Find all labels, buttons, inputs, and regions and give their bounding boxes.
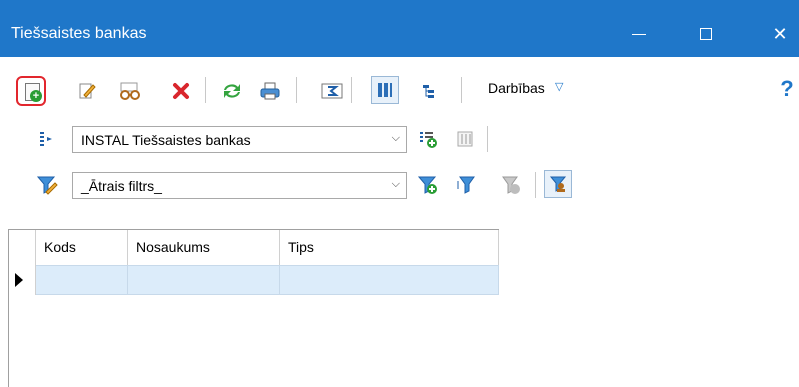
main-toolbar: + Darbības ▽ ? xyxy=(0,72,799,108)
table-row[interactable] xyxy=(10,265,499,295)
toolbar-separator xyxy=(351,77,352,103)
toolbar-separator xyxy=(535,172,536,198)
help-icon[interactable]: ? xyxy=(774,76,799,102)
view-glasses-icon[interactable] xyxy=(117,78,143,104)
column-header-nosaukums[interactable]: Nosaukums xyxy=(128,230,280,265)
chevron-down-icon[interactable]: ⌵ xyxy=(392,178,400,191)
toolbar-separator xyxy=(296,77,297,103)
grid-border xyxy=(8,229,9,387)
edit-icon[interactable] xyxy=(74,78,100,104)
cell-nosaukums[interactable] xyxy=(128,265,280,295)
user-filter-icon[interactable] xyxy=(544,170,572,198)
toolbar-separator xyxy=(205,77,206,103)
chevron-down-icon[interactable]: ⌵ xyxy=(392,132,400,145)
bank-select-value: INSTAL Tiešsaistes bankas xyxy=(81,132,251,148)
filter-edit-icon[interactable] xyxy=(34,172,60,198)
grid-header: Kods Nosaukums Tips xyxy=(10,230,499,265)
new-record-button[interactable]: + xyxy=(16,76,46,106)
minimize-icon[interactable] xyxy=(624,22,654,46)
close-icon[interactable]: ✕ xyxy=(765,22,795,46)
add-bank-icon[interactable] xyxy=(415,126,441,152)
cell-kods[interactable] xyxy=(36,265,128,295)
tree-icon[interactable] xyxy=(416,78,442,104)
toolbar-separator xyxy=(487,126,488,152)
add-filter-icon[interactable] xyxy=(415,172,441,198)
chevron-down-icon[interactable]: ▽ xyxy=(555,80,563,93)
bank-toolbar: INSTAL Tiešsaistes bankas ⌵ xyxy=(0,122,799,156)
window-title: Tiešsaistes bankas xyxy=(11,25,147,42)
columns-icon[interactable] xyxy=(371,76,399,104)
plus-icon: + xyxy=(30,90,42,102)
cell-tips[interactable] xyxy=(280,265,499,295)
maximize-icon[interactable] xyxy=(691,22,721,46)
toolbar-separator xyxy=(461,77,462,103)
sum-icon[interactable] xyxy=(319,78,345,104)
quick-filter-select[interactable]: _Ātrais filtrs_ ⌵ xyxy=(72,172,407,199)
bank-list-icon xyxy=(34,126,60,152)
title-bar: Tiešsaistes bankas ✕ xyxy=(0,0,799,57)
delete-icon[interactable] xyxy=(168,78,194,104)
bank-select[interactable]: INSTAL Tiešsaistes bankas ⌵ xyxy=(72,126,407,153)
column-header-kods[interactable]: Kods xyxy=(36,230,128,265)
column-header-tips[interactable]: Tips xyxy=(280,230,499,265)
clear-filter-icon[interactable] xyxy=(498,172,524,198)
main-window: Tiešsaistes bankas ✕ + Darbības ▽ ? INST… xyxy=(0,0,799,387)
bank-columns-icon[interactable] xyxy=(452,126,478,152)
row-header-corner xyxy=(10,230,36,265)
filter-toolbar: _Ātrais filtrs_ ⌵ xyxy=(0,168,799,202)
refresh-icon[interactable] xyxy=(219,78,245,104)
filter-icon[interactable] xyxy=(454,172,480,198)
print-icon[interactable] xyxy=(257,78,283,104)
quick-filter-value: _Ātrais filtrs_ xyxy=(81,178,162,194)
actions-menu-button[interactable]: Darbības xyxy=(488,80,545,96)
